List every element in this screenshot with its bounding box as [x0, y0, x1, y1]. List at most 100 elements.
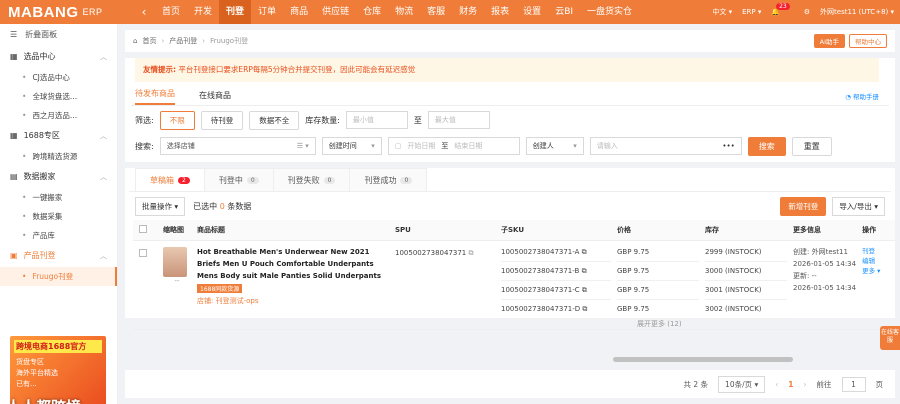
nav-item[interactable]: 云BI	[548, 0, 580, 24]
goto-label: 前往	[816, 379, 832, 389]
nav-item[interactable]: 财务	[452, 0, 484, 24]
bulk-action-select[interactable]: 批量操作 ▾	[135, 196, 186, 216]
nav-item[interactable]: 商品	[283, 0, 315, 24]
nav-item[interactable]: 供应链	[315, 0, 356, 24]
nav-item[interactable]: 首页	[155, 0, 187, 24]
filter-panel: 友情提示: 平台刊登接口要求ERP每隔5分钟合并提交刊登，因此可能会有延迟感觉 …	[125, 58, 895, 162]
col-spu: SPU	[389, 220, 495, 241]
sidebar-item[interactable]: CJ选品中心	[0, 68, 117, 87]
nav-item[interactable]: 客服	[420, 0, 452, 24]
nav-item[interactable]: 一盘货实仓	[580, 0, 639, 24]
nav-item[interactable]: 刊登	[219, 0, 252, 24]
online-service-button[interactable]: 在线客服	[880, 326, 900, 350]
source-tag[interactable]: 1688同款货源	[197, 283, 243, 293]
language-select[interactable]: 中文 ▾	[712, 7, 732, 17]
status-tab[interactable]: 刊登中 0	[203, 168, 274, 191]
table-row: -- Hot Breathable Men's Underwear New 20…	[133, 240, 895, 330]
sidebar-item[interactable]: 一键搬家	[0, 188, 117, 207]
stock-value: 3001 (INSTOCK)	[705, 281, 787, 300]
op-link[interactable]: 编辑	[862, 256, 895, 266]
filter-all-button[interactable]: 不限	[159, 110, 195, 130]
page-size-select[interactable]: 10条/页 ▾	[718, 375, 766, 393]
main-content: ⌂ 首页 › 产品刊登 › Fruugo刊登 AI助手 帮助中心 友情提示: 平台刊…	[125, 30, 895, 404]
copy-icon[interactable]: ⧉	[469, 249, 474, 257]
time-type-select[interactable]: 创建时间 ▾	[321, 137, 382, 155]
status-tab[interactable]: 草稿箱 2	[135, 168, 205, 191]
tab-pending[interactable]: 待发布商品	[135, 88, 175, 105]
row-checkbox[interactable]	[139, 248, 147, 257]
nav-item[interactable]: 开发	[187, 0, 219, 24]
nav-item[interactable]: 设置	[516, 0, 548, 24]
op-link[interactable]: 刊登	[862, 246, 895, 256]
home-icon[interactable]: ⌂	[133, 37, 137, 45]
count-badge: 0	[323, 176, 336, 184]
nav-item[interactable]: 物流	[388, 0, 420, 24]
sidebar-item[interactable]: 数据采集	[0, 207, 117, 226]
crumb-section[interactable]: 产品刊登	[169, 36, 197, 46]
ai-assistant-button[interactable]: AI助手	[813, 34, 845, 48]
help-center-button[interactable]: 帮助中心	[849, 34, 887, 48]
creator-select[interactable]: 创建人 ▾	[525, 137, 584, 155]
copy-icon[interactable]: ⧉	[582, 248, 587, 256]
page-number[interactable]: 1	[788, 380, 793, 389]
op-link[interactable]: 更多 ▾	[862, 266, 895, 276]
col-more: 更多信息	[787, 220, 857, 241]
product-thumbnail[interactable]	[163, 246, 187, 277]
help-manual-link[interactable]: ◔ 帮助手册	[845, 91, 889, 105]
next-page-button[interactable]: ›	[804, 380, 807, 389]
sidebar-group-label: 产品刊登	[23, 251, 56, 260]
date-range-picker[interactable]: ▢ 开始日期至结束日期	[387, 137, 520, 155]
col-thumb: 缩略图	[157, 220, 191, 241]
sidebar-group[interactable]: ▦ 选品中心 ︿	[0, 46, 117, 68]
settings-icon[interactable]: ⚙	[804, 8, 810, 16]
stock-min-input[interactable]: 最小值	[345, 111, 408, 129]
chevron-up-icon: ︿	[100, 132, 107, 140]
search-button[interactable]: 搜索	[747, 136, 786, 156]
nav-item[interactable]: 仓库	[356, 0, 388, 24]
crumb-home[interactable]: 首页	[142, 36, 156, 46]
col-sku: 子SKU	[495, 220, 611, 241]
copy-icon[interactable]: ⧉	[582, 286, 587, 294]
fold-panel-button[interactable]: ☰ 折叠面板	[0, 24, 117, 46]
notification-badge: 23	[776, 3, 790, 10]
copy-icon[interactable]: ⧉	[582, 305, 587, 313]
product-title[interactable]: Hot Breathable Men's Underwear New 2021 …	[197, 241, 385, 282]
store-select[interactable]: 选择店铺 ☰ ▾	[159, 137, 316, 155]
sidebar-group[interactable]: ▤ 数据搬家 ︿	[0, 166, 117, 188]
filter-pending-button[interactable]: 待刊登	[200, 110, 244, 130]
status-tab[interactable]: 刊登失败 0	[272, 168, 351, 191]
sidebar-item[interactable]: 跨境精选货源	[0, 147, 117, 166]
status-tab-label: 刊登中	[218, 175, 243, 185]
expand-more-link[interactable]: 展开更多 (12)	[617, 319, 699, 329]
stock-max-input[interactable]: 最大值	[427, 111, 490, 129]
copy-icon[interactable]: ⧉	[582, 267, 587, 275]
sidebar-item[interactable]: Fruugo刊登	[0, 267, 117, 286]
sidebar-item[interactable]: 西之月选品...	[0, 106, 117, 125]
goto-input[interactable]: 1	[841, 376, 866, 392]
tab-online[interactable]: 在线商品	[199, 90, 231, 105]
bell-icon[interactable]: 🔔23	[771, 3, 793, 16]
status-tab[interactable]: 刊登成功 0	[349, 168, 428, 191]
import-export-button[interactable]: 导入/导出 ▾	[832, 196, 885, 216]
back-chevron-icon[interactable]: ‹	[133, 5, 155, 19]
erp-select[interactable]: ERP ▾	[742, 8, 761, 16]
filter-incomplete-button[interactable]: 数据不全	[249, 110, 300, 130]
promo-banner[interactable]: 跨境电商1688官方 货盘专区 海外平台精选 已有...	[10, 336, 106, 404]
sidebar-group[interactable]: ▣ 产品刊登 ︿	[0, 245, 117, 267]
prev-page-button[interactable]: ‹	[775, 380, 778, 389]
user-menu[interactable]: 外网test11 (UTC+8) ▾	[820, 7, 894, 17]
sidebar-group[interactable]: ▦ 1688专区 ︿	[0, 125, 117, 147]
sidebar-item[interactable]: 产品库	[0, 226, 117, 245]
add-listing-button[interactable]: 新增刊登	[780, 196, 827, 216]
mabang-logo[interactable]: MABANG ERP	[0, 4, 133, 21]
keyword-input[interactable]: 请输入 •••	[589, 137, 742, 155]
col-stock: 库存	[699, 220, 787, 241]
total-count: 共 2 条	[683, 379, 709, 389]
sidebar-item[interactable]: 全球货盘选...	[0, 87, 117, 106]
filter-label: 筛选:	[135, 115, 154, 125]
nav-item[interactable]: 订单	[251, 0, 283, 24]
reset-button[interactable]: 重置	[791, 136, 832, 156]
nav-item[interactable]: 报表	[484, 0, 516, 24]
horizontal-scrollbar[interactable]	[613, 357, 793, 362]
select-all-checkbox[interactable]	[139, 224, 147, 233]
